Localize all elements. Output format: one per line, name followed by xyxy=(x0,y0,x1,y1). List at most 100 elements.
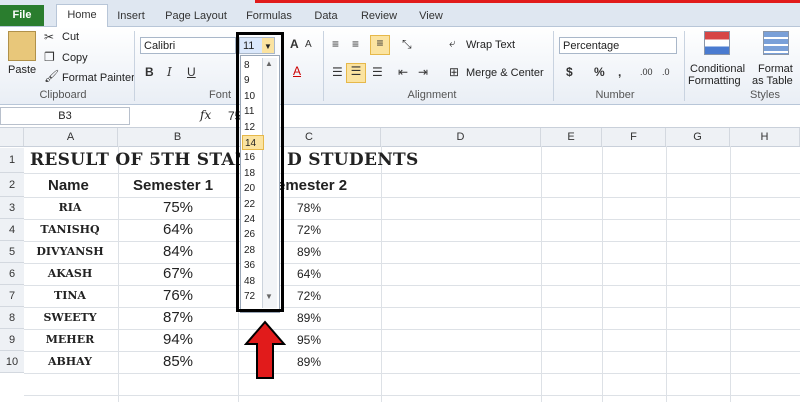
merge-icon[interactable]: ⊞ xyxy=(449,65,459,79)
tab-data[interactable]: Data xyxy=(306,6,346,26)
select-all-corner[interactable] xyxy=(0,128,24,146)
tab-review[interactable]: Review xyxy=(354,6,404,26)
format-as-table-label-2: as Table xyxy=(752,75,793,87)
shrink-font-icon[interactable]: A xyxy=(305,39,312,50)
row-header-10[interactable]: 10 xyxy=(0,351,24,373)
column-header-g[interactable]: G xyxy=(666,128,730,146)
grid-line xyxy=(24,395,800,396)
align-middle-icon[interactable]: ≡ xyxy=(352,37,359,51)
name-box[interactable]: B3 xyxy=(0,107,130,125)
grid-line xyxy=(24,241,800,242)
column-header-h[interactable]: H xyxy=(730,128,800,146)
decrease-indent-icon[interactable]: ⇤ xyxy=(398,65,408,79)
column-header-b[interactable]: B xyxy=(118,128,238,146)
sheet-title: RESULT OF 5TH STAN xyxy=(30,150,251,170)
column-header-a[interactable]: A xyxy=(24,128,118,146)
orientation-icon[interactable]: ⤡ xyxy=(402,37,412,52)
row-header-2[interactable]: 2 xyxy=(0,173,24,197)
column-header-f[interactable]: F xyxy=(602,128,666,146)
row-header-6[interactable]: 6 xyxy=(0,263,24,285)
copy-icon[interactable]: ❐ xyxy=(44,50,55,64)
semester-1-score: 84% xyxy=(162,243,194,260)
increase-decimal-button[interactable]: .00 xyxy=(640,67,653,77)
decrease-decimal-button[interactable]: .0 xyxy=(662,67,670,77)
conditional-formatting-icon[interactable] xyxy=(704,31,730,55)
column-header-e[interactable]: E xyxy=(541,128,602,146)
tab-page-layout[interactable]: Page Layout xyxy=(160,6,232,26)
grid-line xyxy=(24,197,800,198)
grid-line xyxy=(541,146,542,402)
format-painter-button[interactable]: Format Painter xyxy=(62,72,135,84)
bold-button[interactable]: B xyxy=(145,65,154,79)
percent-button[interactable]: % xyxy=(594,65,605,79)
semester-2-score: 89% xyxy=(297,311,322,325)
alignment-group-label: Alignment xyxy=(407,89,457,101)
row-header-9[interactable]: 9 xyxy=(0,329,24,351)
format-as-table-button[interactable]: Format xyxy=(758,63,793,75)
highlight-box xyxy=(236,32,284,312)
number-format-combobox[interactable]: Percentage xyxy=(559,37,677,54)
cut-button[interactable]: Cut xyxy=(62,31,79,43)
ribbon: Paste ✂ Cut ❐ Copy 🖌 Format Painter Clip… xyxy=(0,27,800,105)
wrap-text-button[interactable]: Wrap Text xyxy=(466,39,515,51)
tab-file[interactable]: File xyxy=(0,5,44,26)
student-name: MEHER xyxy=(45,333,95,346)
grid-line xyxy=(381,146,382,402)
align-center-icon[interactable]: ☰ xyxy=(346,63,366,83)
header-semester-2: emester 2 xyxy=(277,177,348,194)
row-header-3[interactable]: 3 xyxy=(0,197,24,219)
format-as-table-icon[interactable] xyxy=(763,31,789,55)
title-accent-line xyxy=(255,0,800,3)
conditional-formatting-button[interactable]: Conditional xyxy=(690,63,745,75)
row-header-5[interactable]: 5 xyxy=(0,241,24,263)
column-header-bar: A B C D E F G H xyxy=(0,128,800,147)
grid-line xyxy=(24,329,800,330)
semester-2-score: 64% xyxy=(297,267,322,281)
number-group-label: Number xyxy=(595,89,635,101)
semester-2-score: 72% xyxy=(297,289,322,303)
increase-indent-icon[interactable]: ⇥ xyxy=(418,65,428,79)
tab-insert[interactable]: Insert xyxy=(110,6,152,26)
sheet-title-tail: D STUDENTS xyxy=(287,150,419,170)
semester-1-score: 67% xyxy=(162,265,194,282)
student-name: TANISHQ xyxy=(40,223,100,236)
row-header-1[interactable]: 1 xyxy=(0,148,24,173)
grid-line xyxy=(24,351,800,352)
font-color-icon[interactable]: A xyxy=(293,64,301,78)
semester-1-score: 76% xyxy=(162,287,194,304)
student-name: TINA xyxy=(54,289,86,302)
row-header-7[interactable]: 7 xyxy=(0,285,24,307)
row-header-4[interactable]: 4 xyxy=(0,219,24,241)
align-top-icon[interactable]: ≡ xyxy=(332,37,339,51)
font-name-combobox[interactable]: Calibri xyxy=(140,37,236,54)
row-header-8[interactable]: 8 xyxy=(0,307,24,329)
grow-font-icon[interactable]: A xyxy=(290,37,299,51)
tab-view[interactable]: View xyxy=(410,6,452,26)
tab-home[interactable]: Home xyxy=(56,4,108,27)
italic-button[interactable]: I xyxy=(167,65,172,79)
format-painter-icon[interactable]: 🖌 xyxy=(44,69,59,83)
semester-2-score: 89% xyxy=(297,355,322,369)
comma-button[interactable]: , xyxy=(618,65,621,79)
grid-line xyxy=(24,307,800,308)
column-header-d[interactable]: D xyxy=(381,128,541,146)
currency-button[interactable]: $ xyxy=(566,65,573,79)
merge-center-button[interactable]: Merge & Center xyxy=(466,67,544,79)
semester-1-score: 87% xyxy=(162,309,194,326)
align-right-icon[interactable]: ☰ xyxy=(372,65,383,79)
align-bottom-icon[interactable]: ≡ xyxy=(370,35,390,55)
student-name: ABHAY xyxy=(47,355,93,368)
group-separator xyxy=(323,31,324,101)
align-left-icon[interactable]: ☰ xyxy=(332,65,343,79)
scissors-icon[interactable]: ✂ xyxy=(44,30,54,44)
copy-button[interactable]: Copy xyxy=(62,52,88,64)
semester-1-score: 94% xyxy=(162,331,194,348)
grid-line xyxy=(666,146,667,402)
paste-button[interactable]: Paste xyxy=(8,64,36,76)
fx-icon[interactable]: fx xyxy=(200,108,211,122)
wrap-text-icon[interactable]: ⤶ xyxy=(449,36,456,51)
underline-button[interactable]: U xyxy=(187,65,196,79)
semester-1-score: 85% xyxy=(162,353,194,370)
tab-formulas[interactable]: Formulas xyxy=(240,6,298,26)
paste-icon[interactable] xyxy=(8,31,36,61)
